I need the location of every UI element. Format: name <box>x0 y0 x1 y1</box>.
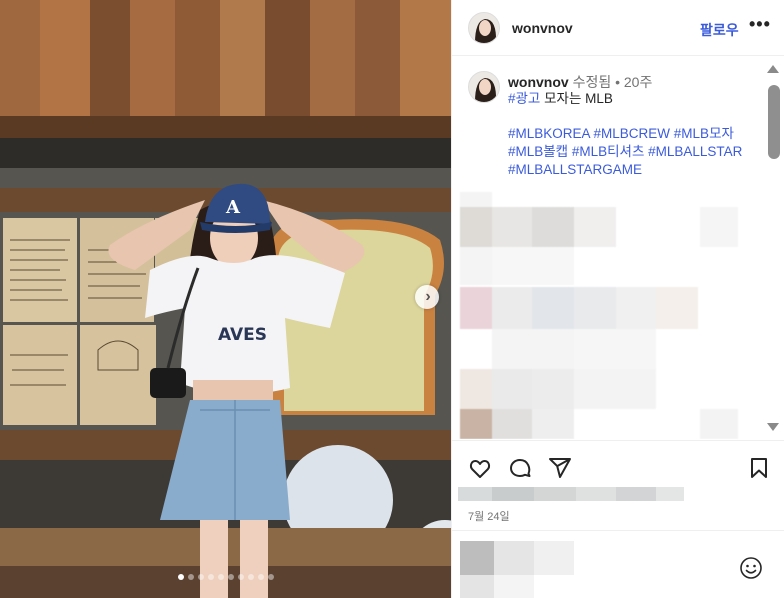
post-date[interactable]: 7월 24일 <box>468 508 510 524</box>
time-ago[interactable]: 20주 <box>624 74 652 90</box>
caption-text: #광고 모자는 MLB <box>508 90 758 108</box>
blurred-comments <box>460 192 738 439</box>
chevron-right-icon: › <box>425 288 431 305</box>
carousel-dot <box>257 574 264 580</box>
post-header: wonvnov 팔로우 ••• <box>452 0 784 56</box>
header-username[interactable]: wonvnov <box>512 20 573 36</box>
scrollbar-thumb[interactable] <box>768 85 780 159</box>
avatar-image <box>469 13 499 43</box>
avatar[interactable] <box>468 12 500 44</box>
share-icon[interactable] <box>548 456 572 480</box>
hashtag-line[interactable]: #MLBKOREA #MLBCREW #MLB모자 <box>508 125 768 143</box>
caption-username[interactable]: wonvnov <box>508 74 569 90</box>
avatar-image <box>469 72 499 102</box>
save-bookmark-icon[interactable] <box>747 456 771 480</box>
caption-body: 모자는 MLB <box>540 91 613 106</box>
carousel-dot <box>247 574 254 580</box>
comments-section: wonvnov 수정됨 • 20주 #광고 모자는 MLB #MLBKOREA … <box>452 57 784 439</box>
caption-header: wonvnov 수정됨 • 20주 <box>508 72 652 92</box>
post-details-panel: wonvnov 팔로우 ••• wonvnov 수정됨 • 20주 #광고 모자… <box>451 0 784 598</box>
carousel-dot <box>177 574 184 580</box>
scroll-up-arrow[interactable] <box>767 65 779 73</box>
caption-avatar[interactable] <box>468 71 500 103</box>
carousel-dot <box>207 574 214 580</box>
scroll-down-arrow[interactable] <box>767 423 779 431</box>
carousel-dot <box>237 574 244 580</box>
separator: • <box>615 74 620 90</box>
carousel-dot <box>187 574 194 580</box>
more-options-icon[interactable]: ••• <box>749 14 771 35</box>
photo-illustration: A AVES <box>0 0 451 598</box>
comment-icon[interactable] <box>508 456 532 480</box>
hashtag-list: #MLBKOREA #MLBCREW #MLB모자 #MLB볼캡 #MLB티셔츠… <box>508 125 768 179</box>
emoji-icon[interactable] <box>739 556 763 580</box>
follow-button[interactable]: 팔로우 <box>700 20 739 40</box>
carousel-dot <box>197 574 204 580</box>
blurred-likes <box>458 487 684 501</box>
hashtag-line[interactable]: #MLBALLSTARGAME <box>508 161 768 179</box>
add-comment-area[interactable] <box>452 530 784 598</box>
blurred-comment-input <box>460 541 574 598</box>
edited-label: 수정됨 <box>572 74 612 90</box>
hashtag-link[interactable]: #광고 <box>508 91 540 106</box>
svg-text:AVES: AVES <box>218 325 267 345</box>
carousel-dot <box>267 574 274 580</box>
next-slide-button[interactable]: › <box>415 285 439 309</box>
post-actions <box>452 440 784 492</box>
carousel-dot <box>217 574 224 580</box>
like-heart-icon[interactable] <box>468 456 492 480</box>
carousel-indicator <box>0 574 451 580</box>
svg-text:A: A <box>225 197 241 218</box>
post-photo: A AVES › <box>0 0 451 598</box>
carousel-dot <box>227 574 234 580</box>
hashtag-line[interactable]: #MLB볼캡 #MLB티셔츠 #MLBALLSTAR <box>508 143 768 161</box>
